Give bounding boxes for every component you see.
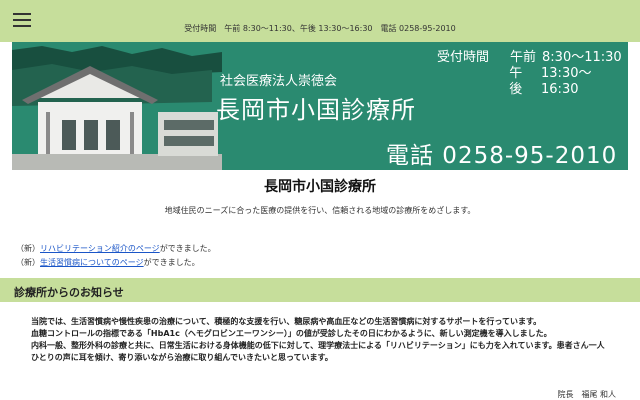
news-list: （新）リハビリテーション紹介のページができました。 （新）生活習慣病についてのペ… (16, 242, 216, 270)
news-suffix: ができました。 (143, 258, 200, 267)
director-signature: 院長 福尾 和人 (557, 390, 616, 399)
rehabilitation-page-link[interactable]: リハビリテーション紹介のページ (40, 244, 160, 253)
news-item: （新）生活習慣病についてのページができました。 (16, 256, 216, 270)
banner-phone: 電話 0258-95-2010 (386, 143, 618, 169)
top-bar: 受付時間 午前 8:30～11:30、午後 13:30～16:30 電話 025… (0, 0, 640, 42)
news-suffix: ができました。 (159, 244, 216, 253)
topbar-hours-text: 受付時間 午前 8:30～11:30、午後 13:30～16:30 電話 025… (184, 24, 456, 33)
banner-hours: 受付時間 午前 8:30～11:30 午後 13:30～16:30 (437, 50, 628, 98)
notice-paragraph: 血糖コントロールの指標である「HbA1c（ヘモグロビンエーワンシー）」の値が受診… (31, 329, 552, 338)
notice-section-header: 診療所からのお知らせ (0, 278, 640, 302)
banner-hours-spacer (437, 66, 509, 98)
notice-section-title: 診療所からのお知らせ (14, 286, 124, 299)
lifestyle-disease-page-link[interactable]: 生活習慣病についてのページ (40, 258, 144, 267)
notice-paragraph: 当院では、生活習慣病や慢性疾患の治療について、積極的な支援を行い、糖尿病や高血圧… (31, 317, 542, 326)
page-title: 長岡市小国診療所 (264, 179, 376, 195)
banner-hours-label: 受付時間 (437, 50, 490, 65)
news-prefix: （新） (16, 258, 40, 267)
news-prefix: （新） (16, 244, 40, 253)
banner-am-label: 午前 (510, 50, 537, 65)
banner-clinic-name: 長岡市小国診療所 (216, 96, 416, 124)
page-subtitle: 地域住民のニーズに合った医療の提供を行い、信頼される地域の診療所をめざします。 (164, 206, 476, 215)
banner-pm-label: 午後 (509, 66, 523, 97)
notice-paragraph: 内科一般、整形外科の診療と共に、日常生活における身体機能の低下に対して、理学療法… (31, 341, 605, 362)
banner-corporation: 社会医療法人崇徳会 (220, 74, 338, 89)
banner-pm-time: 13:30～16:30 (541, 66, 592, 97)
news-item: （新）リハビリテーション紹介のページができました。 (16, 242, 216, 256)
notice-body: 当院では、生活習慣病や慢性疾患の治療について、積極的な支援を行い、糖尿病や高血圧… (31, 316, 611, 364)
banner-am-time: 8:30～11:30 (542, 50, 622, 65)
header-banner: 社会医療法人崇徳会 長岡市小国診療所 受付時間 午前 8:30～11:30 午後… (12, 42, 628, 170)
